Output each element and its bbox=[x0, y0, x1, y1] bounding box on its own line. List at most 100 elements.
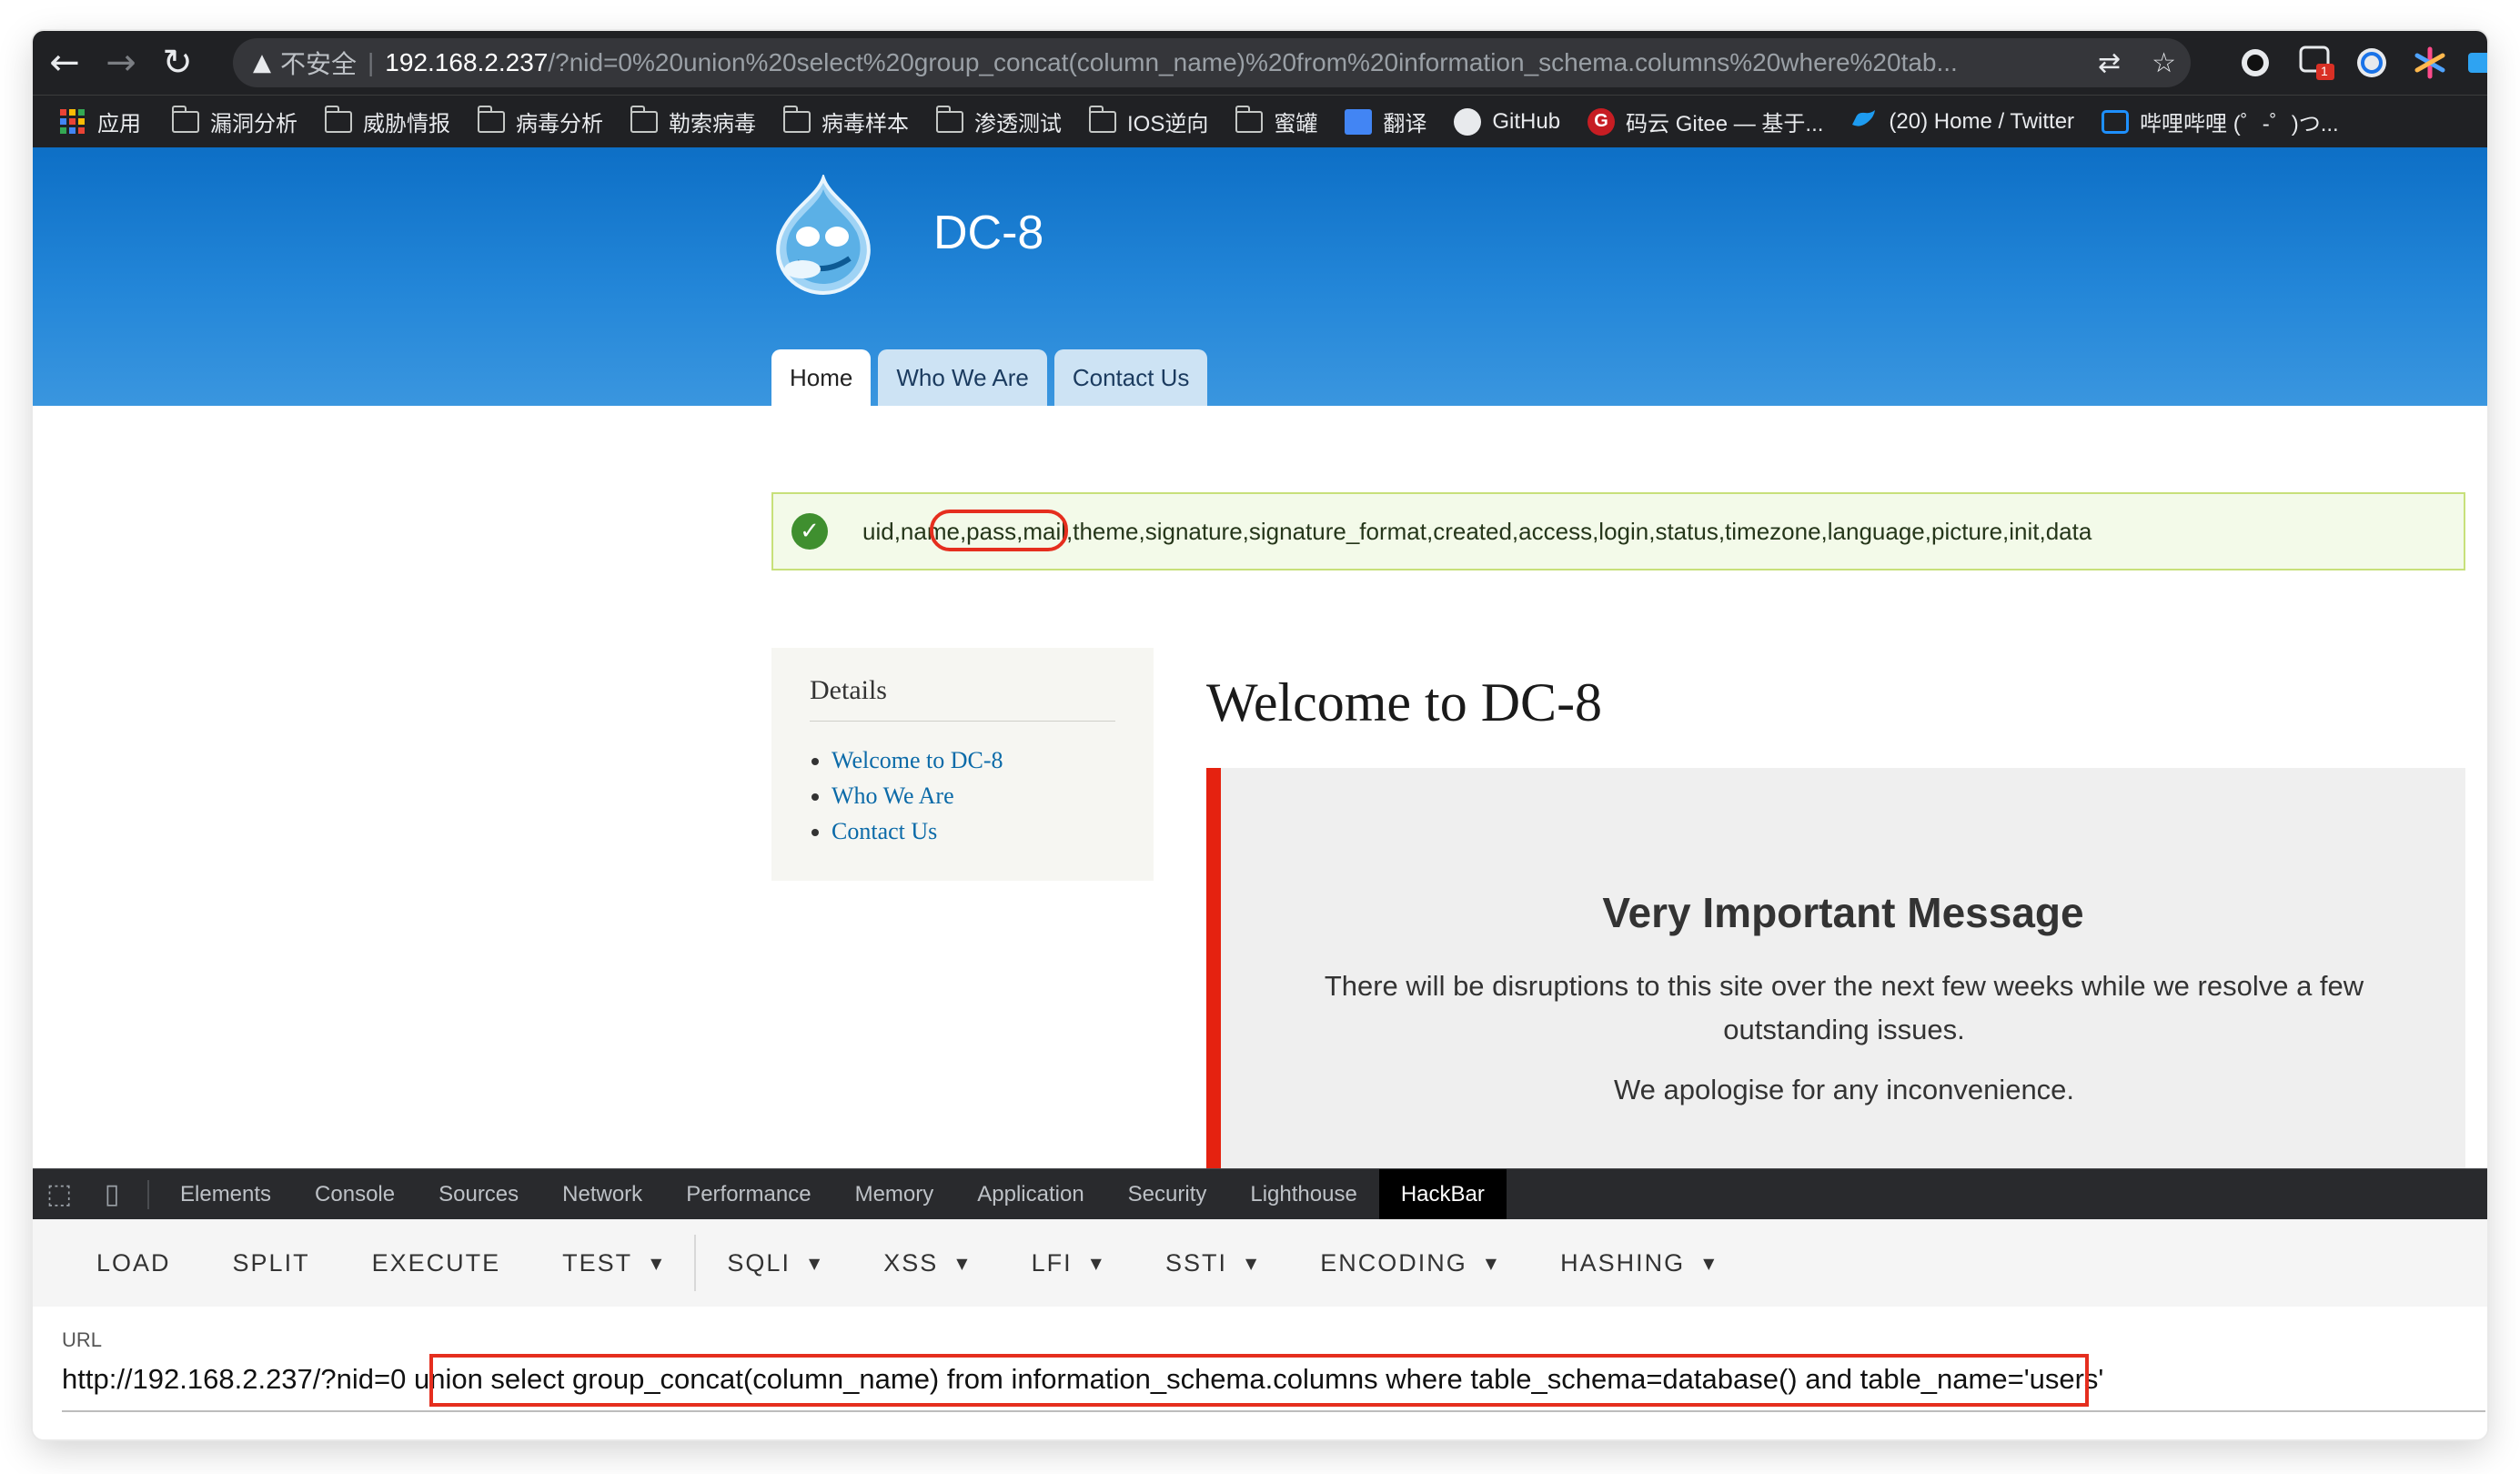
bookmark-folder[interactable]: 病毒样本 bbox=[783, 105, 909, 137]
sidebar-link[interactable]: Contact Us bbox=[832, 818, 937, 844]
bookmark-translate[interactable]: 翻译 bbox=[1345, 106, 1426, 137]
devtools-tab-hackbar[interactable]: HackBar bbox=[1378, 1168, 1507, 1220]
folder-icon bbox=[172, 105, 199, 133]
folder-icon bbox=[478, 105, 505, 133]
hackbar-encoding-dropdown[interactable]: ENCODING ▼ bbox=[1289, 1219, 1529, 1307]
translate-page-icon[interactable]: ⇄ bbox=[2098, 47, 2121, 79]
hackbar-url-area: URL http://192.168.2.237/?nid=0 union se… bbox=[33, 1307, 2487, 1439]
sidebar-divider bbox=[810, 721, 1115, 722]
devtools-tab-security[interactable]: Security bbox=[1106, 1169, 1229, 1220]
bookmarks-bar: 应用 漏洞分析 威胁情报 病毒分析 勒索病毒 病毒样本 渗透测试 IOS逆向 蜜… bbox=[33, 95, 2487, 147]
bookmark-label: (20) Home / Twitter bbox=[1889, 108, 2075, 134]
hackbar-url-underline bbox=[62, 1410, 2485, 1412]
bilibili-icon bbox=[2102, 109, 2130, 134]
bookmark-star-icon[interactable]: ☆ bbox=[2152, 47, 2176, 79]
hackbar-sqli-dropdown[interactable]: SQLI ▼ bbox=[696, 1219, 852, 1307]
devtools-tabbar: ⬚ ▯ Elements Console Sources Network Per… bbox=[33, 1168, 2487, 1220]
extension-grammar-icon[interactable] bbox=[2351, 42, 2393, 84]
bookmark-label: 威胁情报 bbox=[363, 112, 450, 136]
important-message-block: Very Important Message There will be dis… bbox=[1206, 768, 2465, 1170]
warning-icon: ▲ bbox=[253, 49, 271, 76]
hackbar-hashing-dropdown[interactable]: HASHING ▼ bbox=[1529, 1219, 1747, 1307]
folder-icon bbox=[936, 105, 963, 133]
hackbar-url-label: URL bbox=[62, 1328, 103, 1351]
bookmark-folder[interactable]: 威胁情报 bbox=[325, 105, 450, 137]
reload-icon[interactable]: ↻ bbox=[153, 38, 202, 87]
hackbar-button-label: SSTI bbox=[1164, 1248, 1227, 1277]
tab-home[interactable]: Home bbox=[771, 349, 872, 406]
extension-record-icon[interactable] bbox=[2234, 42, 2276, 84]
bookmark-folder[interactable]: 蜜罐 bbox=[1235, 105, 1317, 137]
devtools-tab-application[interactable]: Application bbox=[955, 1169, 1105, 1220]
devtools-tab-console[interactable]: Console bbox=[293, 1169, 417, 1220]
hackbar-xss-dropdown[interactable]: XSS ▼ bbox=[852, 1219, 1000, 1307]
hackbar-lfi-dropdown[interactable]: LFI ▼ bbox=[1001, 1219, 1134, 1307]
hackbar-execute-button[interactable]: EXECUTE bbox=[341, 1219, 532, 1307]
extension-badge-count: 1 bbox=[2321, 64, 2328, 78]
folder-icon bbox=[783, 105, 811, 133]
hackbar-button-label: ENCODING bbox=[1320, 1248, 1467, 1277]
caret-down-icon: ▼ bbox=[650, 1254, 664, 1272]
sidebar-links: Welcome to DC-8 Who We Are Contact Us bbox=[832, 742, 1003, 849]
drupal-logo-icon[interactable] bbox=[766, 172, 881, 297]
caret-down-icon: ▼ bbox=[1090, 1254, 1104, 1272]
important-title: Very Important Message bbox=[1602, 889, 2084, 936]
devtools-tab-sources[interactable]: Sources bbox=[417, 1169, 540, 1220]
hackbar-split-button[interactable]: SPLIT bbox=[202, 1219, 341, 1307]
back-icon[interactable]: ← bbox=[40, 38, 89, 87]
browser-window: ← → ↻ ▲ 不安全 | 192.168.2.237 /?nid=0%20un… bbox=[33, 31, 2487, 1439]
bookmark-folder[interactable]: 漏洞分析 bbox=[172, 105, 297, 137]
devtools-separator bbox=[147, 1179, 149, 1209]
hackbar-button-label: XSS bbox=[883, 1248, 939, 1277]
insecure-label: 不安全 bbox=[280, 50, 358, 78]
hackbar-button-label: SPLIT bbox=[232, 1248, 310, 1277]
bookmark-label: 码云 Gitee — 基于... bbox=[1626, 112, 1824, 136]
primary-tabs: Home Who We Are Contact Us bbox=[771, 349, 1208, 406]
devtools-tab-memory[interactable]: Memory bbox=[833, 1169, 956, 1220]
extension-screen-icon[interactable] bbox=[2460, 42, 2487, 84]
caret-down-icon: ▼ bbox=[956, 1254, 970, 1272]
site-name[interactable]: DC-8 bbox=[933, 206, 1043, 260]
sidebar-link[interactable]: Who We Are bbox=[832, 782, 954, 809]
bookmark-folder[interactable]: 勒索病毒 bbox=[630, 105, 756, 137]
bookmark-label: 病毒样本 bbox=[822, 112, 909, 136]
forward-icon[interactable]: → bbox=[96, 38, 146, 87]
sidebar-details: Details Welcome to DC-8 Who We Are Conta… bbox=[771, 648, 1154, 881]
bookmark-folder[interactable]: IOS逆向 bbox=[1089, 105, 1209, 137]
devtools-tab-lighthouse[interactable]: Lighthouse bbox=[1228, 1169, 1378, 1220]
bookmark-github[interactable]: GitHub bbox=[1454, 107, 1561, 136]
caret-down-icon: ▼ bbox=[1245, 1254, 1259, 1272]
hackbar-toolbar: LOAD SPLIT EXECUTE TEST ▼ SQLI ▼ XSS ▼ LFI ▼… bbox=[33, 1219, 2487, 1307]
extension-asterisk-icon[interactable] bbox=[2409, 42, 2451, 84]
bookmark-label: 应用 bbox=[97, 112, 141, 136]
devtools-tab-elements[interactable]: Elements bbox=[158, 1169, 293, 1220]
bookmark-label: 病毒分析 bbox=[516, 112, 603, 136]
inspect-element-icon[interactable]: ⬚ bbox=[33, 1169, 86, 1220]
folder-icon bbox=[630, 105, 658, 133]
apps-grid-icon bbox=[60, 109, 85, 134]
devtools-tab-network[interactable]: Network bbox=[540, 1169, 664, 1220]
devtools-tab-performance[interactable]: Performance bbox=[664, 1169, 832, 1220]
address-bar[interactable]: ▲ 不安全 | 192.168.2.237 /?nid=0%20union%20… bbox=[233, 38, 2191, 87]
hackbar-test-dropdown[interactable]: TEST ▼ bbox=[531, 1219, 694, 1307]
bookmark-label: IOS逆向 bbox=[1127, 112, 1209, 136]
bookmark-label: 哔哩哔哩 (゜-゜)つ... bbox=[2140, 112, 2339, 136]
hackbar-load-button[interactable]: LOAD bbox=[66, 1219, 202, 1307]
web-page: DC-8 Home Who We Are Contact Us ✓ uid,na… bbox=[33, 147, 2487, 1170]
bookmark-bilibili[interactable]: 哔哩哔哩 (゜-゜)つ... bbox=[2102, 106, 2339, 137]
hackbar-button-label: HASHING bbox=[1560, 1248, 1686, 1277]
tab-who-we-are[interactable]: Who We Are bbox=[878, 349, 1047, 406]
hackbar-ssti-dropdown[interactable]: SSTI ▼ bbox=[1134, 1219, 1289, 1307]
bookmark-folder[interactable]: 渗透测试 bbox=[936, 105, 1062, 137]
bookmark-folder[interactable]: 病毒分析 bbox=[478, 105, 603, 137]
twitter-icon bbox=[1850, 106, 1878, 136]
list-item: Contact Us bbox=[832, 813, 1003, 849]
bookmark-gitee[interactable]: G 码云 Gitee — 基于... bbox=[1588, 106, 1823, 137]
sidebar-link[interactable]: Welcome to DC-8 bbox=[832, 747, 1003, 773]
tab-contact-us[interactable]: Contact Us bbox=[1053, 349, 1208, 406]
bookmark-apps[interactable]: 应用 bbox=[60, 106, 141, 137]
device-toolbar-icon[interactable]: ▯ bbox=[86, 1169, 138, 1220]
bookmark-label: GitHub bbox=[1492, 108, 1561, 134]
bookmark-twitter[interactable]: (20) Home / Twitter bbox=[1850, 106, 2074, 136]
extension-badge-icon[interactable]: 1 bbox=[2296, 42, 2338, 84]
